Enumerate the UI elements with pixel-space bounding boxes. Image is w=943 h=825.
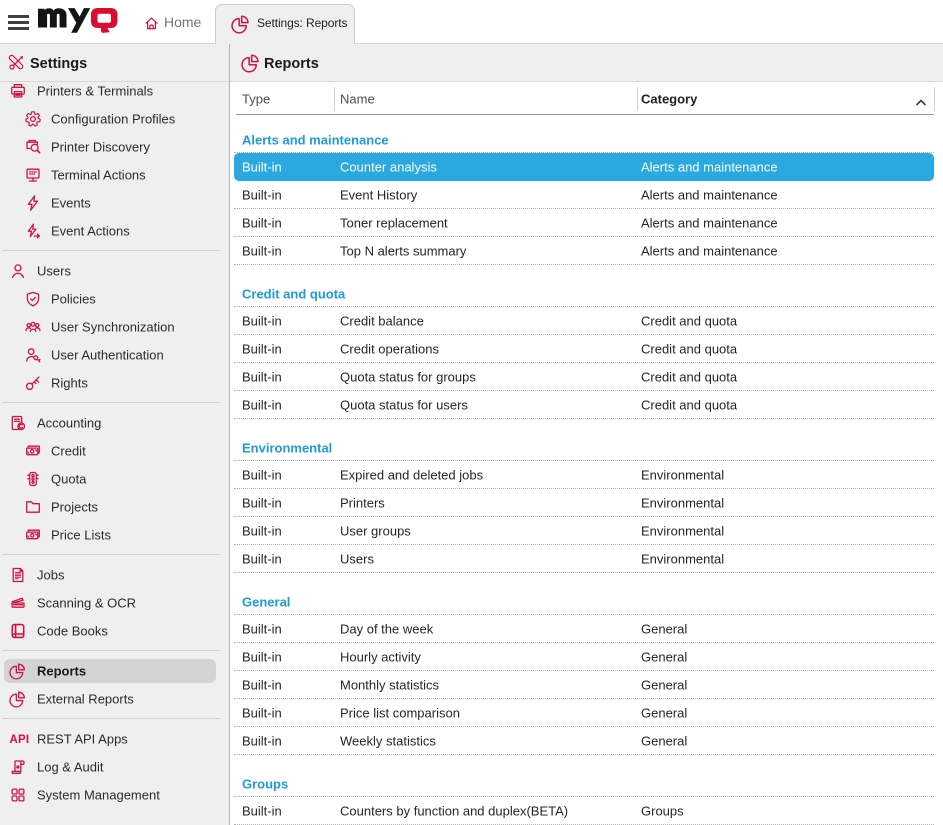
svg-text:API: API (10, 734, 30, 746)
